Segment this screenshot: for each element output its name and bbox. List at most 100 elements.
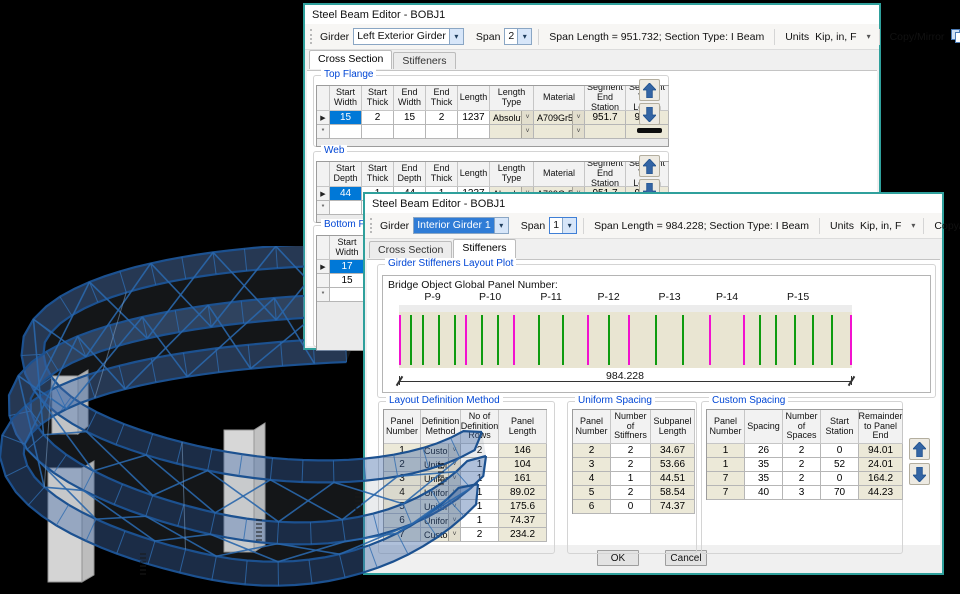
cell[interactable]: 1 (461, 500, 499, 514)
cell[interactable]: 7 (707, 472, 745, 486)
cell[interactable]: 44 (330, 187, 362, 201)
row-selector[interactable]: * (317, 201, 330, 215)
cell[interactable]: 94.01 (859, 444, 903, 458)
cell[interactable]: 0 (821, 444, 859, 458)
cell[interactable]: 1 (461, 458, 499, 472)
cell[interactable]: 3 (783, 486, 821, 500)
row-selector[interactable] (317, 274, 330, 288)
cell[interactable]: 2 (362, 111, 394, 125)
chevron-down-icon[interactable]: ▾ (494, 218, 508, 233)
cell[interactable]: 0 (821, 472, 859, 486)
cell[interactable]: 1 (707, 458, 745, 472)
cell[interactable]: 15 (330, 111, 362, 125)
cell[interactable]: 104 (499, 458, 547, 472)
dropdown-arrow-icon[interactable]: ˅ (448, 472, 460, 485)
cell[interactable]: 4 (384, 486, 421, 500)
cell[interactable]: 1 (461, 514, 499, 528)
copy-mirror-icon[interactable] (950, 29, 960, 44)
cell[interactable]: Uniform˅ (421, 500, 461, 514)
chevron-down-icon[interactable]: ▾ (562, 218, 576, 233)
cell[interactable]: 1237 (458, 111, 490, 125)
title-bar[interactable]: Steel Beam Editor - BOBJ1 (365, 194, 942, 213)
dropdown-arrow-icon[interactable]: ˅ (521, 111, 533, 124)
cell[interactable]: Uniform˅ (421, 514, 461, 528)
dropdown-arrow-icon[interactable]: ˅ (521, 125, 533, 138)
span-combo[interactable]: 2 ▾ (504, 28, 532, 45)
cell[interactable]: 58.54 (651, 486, 695, 500)
cell[interactable]: 24.01 (859, 458, 903, 472)
cell[interactable]: 951.7 (585, 111, 626, 125)
row-selector[interactable]: ▶ (317, 111, 330, 125)
units-combo[interactable]: Kip, in, F ▾ (813, 28, 872, 45)
dropdown-arrow-icon[interactable]: ˅ (572, 111, 584, 124)
row-selector[interactable]: ▶ (317, 187, 330, 201)
tab-stiffeners[interactable]: Stiffeners (393, 52, 455, 69)
cell[interactable]: 2 (611, 458, 651, 472)
move-up-button[interactable] (909, 438, 930, 460)
dropdown-arrow-icon[interactable]: ˅ (448, 528, 460, 541)
cell[interactable]: 15 (394, 111, 426, 125)
cell[interactable]: 17 (330, 260, 365, 274)
move-up-button[interactable] (639, 79, 660, 101)
cell[interactable]: 3 (384, 472, 421, 486)
row-selector[interactable]: * (317, 125, 330, 139)
cell[interactable]: 2 (783, 458, 821, 472)
cell[interactable]: 3 (573, 458, 611, 472)
cell[interactable] (362, 125, 394, 139)
cell[interactable]: ˅ (490, 125, 534, 139)
cell[interactable]: 74.37 (651, 500, 695, 514)
cell[interactable]: 89.02 (499, 486, 547, 500)
cell[interactable] (330, 125, 362, 139)
cell[interactable]: Uniform˅ (421, 486, 461, 500)
cell[interactable]: 5 (573, 486, 611, 500)
cell[interactable]: 15 (330, 274, 365, 288)
cell[interactable]: 6 (573, 500, 611, 514)
cell[interactable]: 74.37 (499, 514, 547, 528)
cell[interactable]: 35 (745, 458, 783, 472)
cell[interactable]: 4 (573, 472, 611, 486)
tab-stiffeners[interactable]: Stiffeners (453, 239, 515, 258)
cell[interactable]: 40 (745, 486, 783, 500)
girder-combo[interactable]: Left Exterior Girder ▾ (353, 28, 464, 45)
dropdown-arrow-icon[interactable]: ˅ (448, 500, 460, 513)
dropdown-arrow-icon[interactable]: ˅ (448, 444, 460, 457)
cell[interactable]: 1 (707, 444, 745, 458)
cell[interactable]: 2 (783, 444, 821, 458)
chevron-down-icon[interactable]: ▾ (517, 29, 531, 44)
chevron-down-icon[interactable]: ▾ (449, 29, 463, 44)
tab-cross-section[interactable]: Cross Section (369, 241, 452, 258)
cell[interactable]: 7 (707, 486, 745, 500)
span-combo[interactable]: 1 ▾ (549, 217, 577, 234)
cell[interactable]: Custom˅ (421, 528, 461, 542)
cell[interactable]: 2 (461, 528, 499, 542)
cell[interactable]: 2 (573, 444, 611, 458)
dropdown-arrow-icon[interactable]: ˅ (448, 514, 460, 527)
cell[interactable]: 175.6 (499, 500, 547, 514)
tab-cross-section[interactable]: Cross Section (309, 50, 392, 69)
cell[interactable]: 1 (461, 472, 499, 486)
cell[interactable]: 5 (384, 500, 421, 514)
cell[interactable]: 44.51 (651, 472, 695, 486)
cell[interactable] (426, 125, 458, 139)
cell[interactable]: 2 (461, 444, 499, 458)
cell[interactable]: 2 (611, 444, 651, 458)
move-down-button[interactable] (909, 463, 930, 485)
cell[interactable]: 52 (821, 458, 859, 472)
units-combo[interactable]: Kip, in, F ▾ (858, 217, 917, 234)
cell[interactable]: 234.2 (499, 528, 547, 542)
move-up-button[interactable] (639, 155, 660, 177)
cell[interactable]: 146 (499, 444, 547, 458)
cell[interactable]: 0 (611, 500, 651, 514)
cell[interactable]: Absolute˅ (490, 111, 534, 125)
cell[interactable]: 2 (384, 458, 421, 472)
cell[interactable]: 2 (426, 111, 458, 125)
cell[interactable] (330, 288, 365, 302)
cell[interactable] (330, 201, 362, 215)
girder-combo[interactable]: Interior Girder 1 ▾ (413, 217, 509, 234)
cell[interactable]: 2 (611, 486, 651, 500)
cell[interactable]: 70 (821, 486, 859, 500)
title-bar[interactable]: Steel Beam Editor - BOBJ1 (305, 5, 879, 24)
cell[interactable]: A709Gr50˅ (534, 111, 585, 125)
cell[interactable]: 164.2 (859, 472, 903, 486)
cell[interactable]: 161 (499, 472, 547, 486)
